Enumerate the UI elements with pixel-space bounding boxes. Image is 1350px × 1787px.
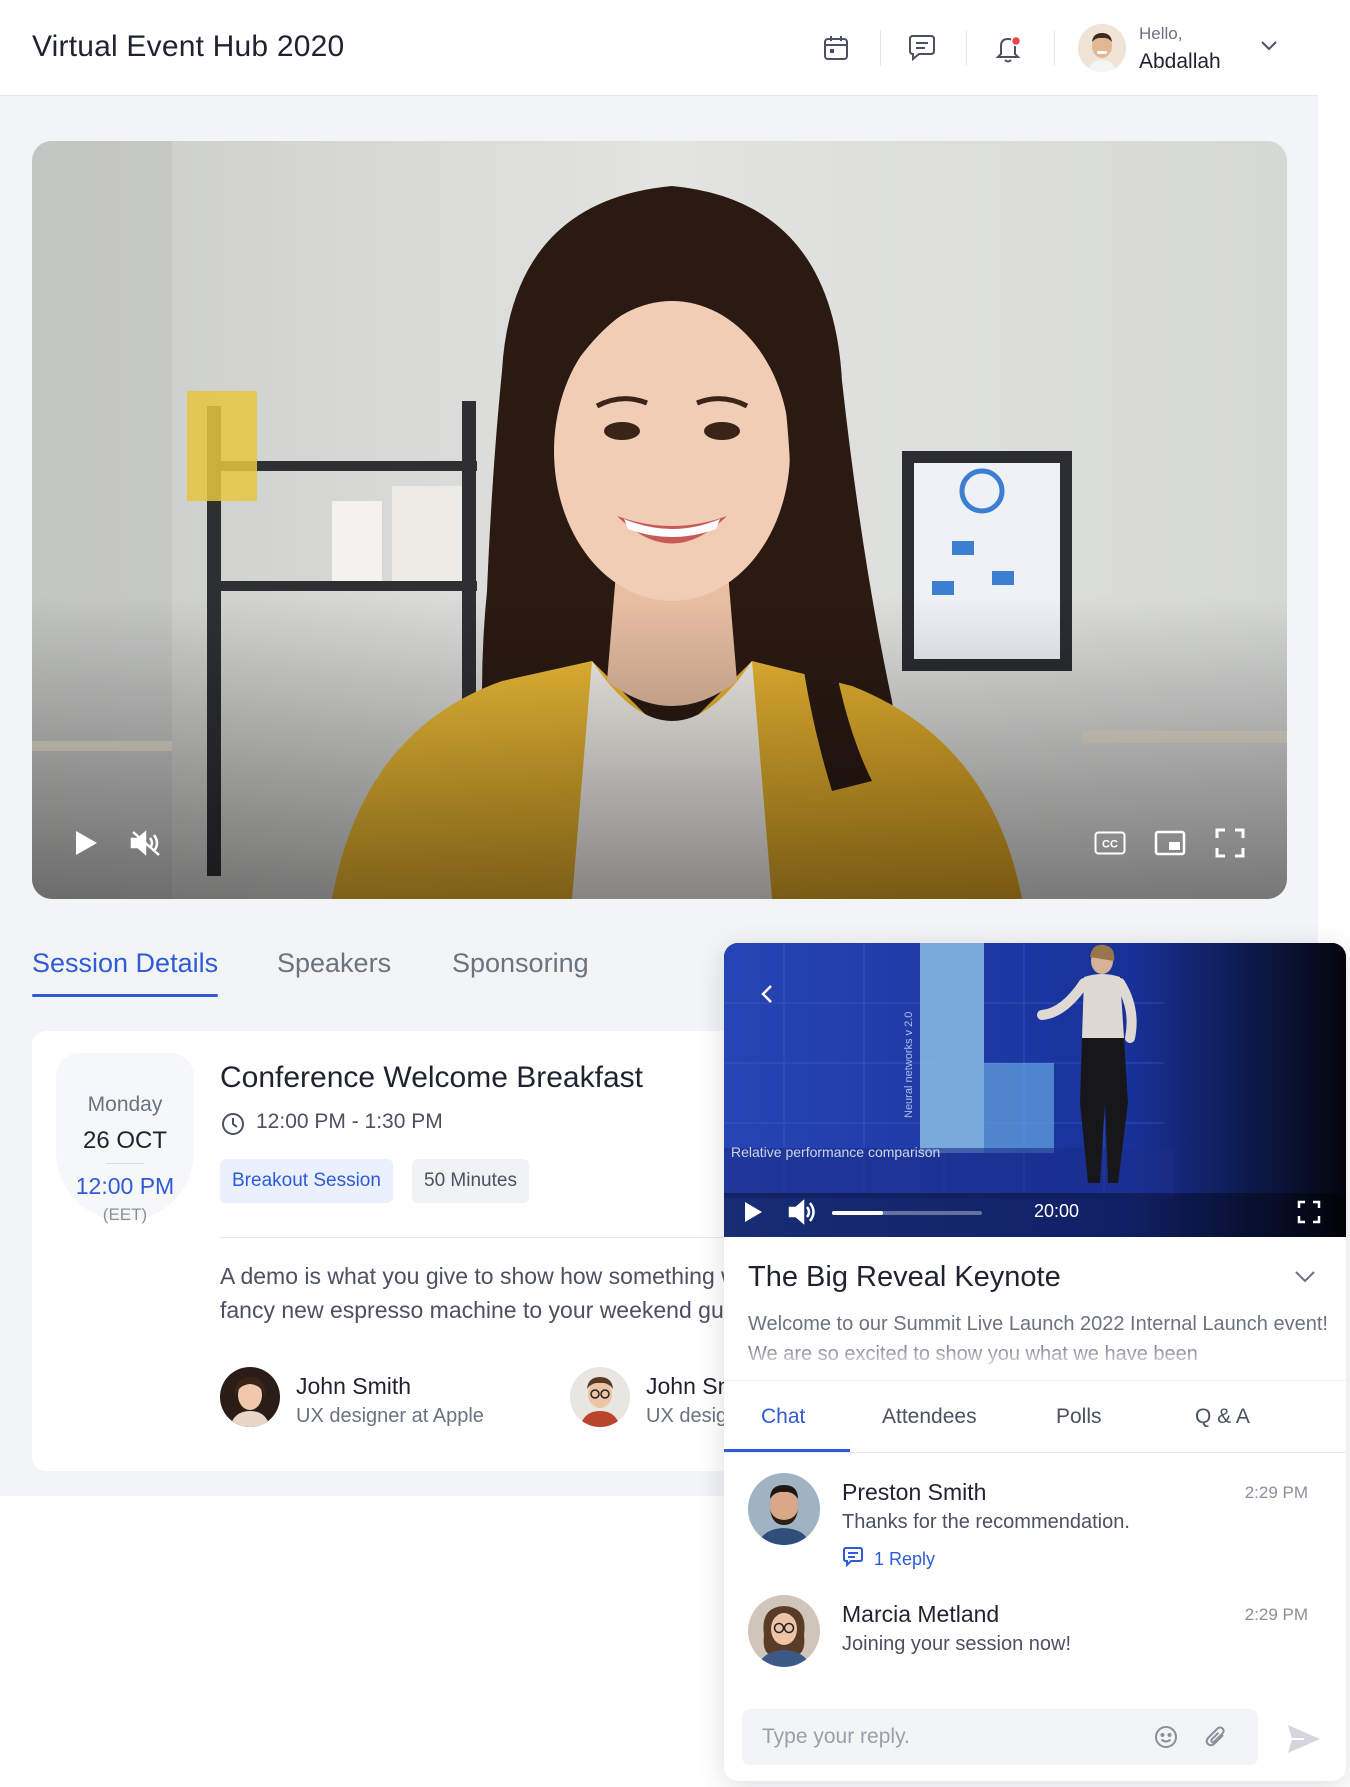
clock-icon (220, 1111, 246, 1142)
avatar (570, 1367, 630, 1427)
top-bar: Virtual Event Hub 2020 Hello, Abdallah (0, 0, 1318, 96)
volume-icon[interactable] (786, 1197, 820, 1227)
avatar (748, 1595, 820, 1667)
fade-overlay (724, 1343, 1346, 1373)
video-time: 20:00 (1034, 1201, 1080, 1221)
divider (106, 1163, 144, 1164)
message-text: Thanks for the recommendation. (842, 1511, 1130, 1533)
fullscreen-icon[interactable] (1210, 823, 1250, 863)
app-title: Virtual Event Hub 2020 (32, 30, 345, 63)
speaker-role: UX designer at Apple (296, 1405, 484, 1427)
video-frame-image (32, 141, 1287, 899)
active-tab-indicator (724, 1449, 850, 1452)
reply-input[interactable] (742, 1709, 1162, 1765)
separator (880, 30, 881, 66)
chat-bubble-icon[interactable] (902, 28, 942, 68)
tab-session-details[interactable]: Session Details (32, 948, 218, 979)
message-author: Marcia Metland (842, 1601, 1000, 1627)
session-start-time: 12:00 PM (75, 1173, 175, 1199)
attachment-icon[interactable] (1202, 1723, 1230, 1751)
reply-composer (742, 1709, 1258, 1765)
tab-polls[interactable]: Polls (1056, 1405, 1102, 1429)
message-time: 2:29 PM (1244, 1483, 1308, 1502)
active-tab-indicator (32, 994, 218, 997)
session-type-badge: Breakout Session (220, 1159, 393, 1203)
divider (724, 1452, 1346, 1453)
mini-video-player[interactable]: Relative performance comparison Neural n… (724, 943, 1346, 1237)
separator (1054, 30, 1055, 66)
message-text: Joining your session now! (842, 1633, 1072, 1655)
tab-sponsoring[interactable]: Sponsoring (452, 948, 589, 979)
chevron-down-icon[interactable] (1292, 1265, 1318, 1292)
tab-attendees[interactable]: Attendees (882, 1405, 977, 1429)
emoji-icon[interactable] (1152, 1723, 1180, 1751)
avatar[interactable] (1078, 24, 1126, 72)
tab-q-and-a[interactable]: Q & A (1195, 1405, 1250, 1429)
cc-label: CC (1102, 839, 1118, 851)
main-video-player[interactable]: CC (32, 141, 1287, 899)
tab-chat[interactable]: Chat (761, 1405, 805, 1429)
chat-message: Preston Smith 2:29 PM Thanks for the rec… (748, 1473, 1308, 1583)
cc-icon[interactable]: CC (1090, 823, 1130, 863)
chat-message: Marcia Metland 2:29 PM Joining your sess… (748, 1595, 1308, 1675)
session-day: Monday (87, 1093, 163, 1116)
send-icon[interactable] (1284, 1719, 1324, 1759)
chevron-down-icon[interactable] (1258, 34, 1280, 61)
reply-icon (842, 1547, 864, 1572)
divider (724, 1380, 1346, 1381)
avatar (748, 1473, 820, 1545)
fullscreen-icon[interactable] (1294, 1197, 1324, 1227)
back-chevron-icon[interactable] (752, 979, 782, 1009)
session-date: 26 OCT (82, 1127, 168, 1154)
reply-link[interactable]: 1 Reply (842, 1547, 935, 1572)
date-badge: Monday 26 OCT 12:00 PM (EET) (56, 1053, 194, 1224)
keynote-title: The Big Reveal Keynote (748, 1261, 1061, 1293)
session-duration-badge: 50 Minutes (412, 1159, 529, 1203)
progress-fill (832, 1211, 883, 1215)
message-author: Preston Smith (842, 1479, 987, 1505)
greeting-text: Hello, (1139, 24, 1183, 43)
mute-icon[interactable] (126, 823, 166, 863)
live-session-panel: Relative performance comparison Neural n… (724, 943, 1346, 1781)
speaker-name: John Smith (296, 1373, 412, 1399)
play-icon[interactable] (66, 823, 106, 863)
bell-icon[interactable] (988, 28, 1028, 68)
keynote-frame-image: Relative performance comparison Neural n… (724, 943, 1346, 1237)
session-time-range: 12:00 PM - 1:30 PM (256, 1110, 443, 1133)
play-icon[interactable] (738, 1197, 768, 1227)
reply-count: 1 Reply (874, 1549, 936, 1569)
avatar (220, 1367, 280, 1427)
session-timezone: (EET) (102, 1205, 148, 1224)
separator (966, 30, 967, 66)
calendar-icon[interactable] (816, 28, 856, 68)
picture-in-picture-icon[interactable] (1150, 823, 1190, 863)
user-name[interactable]: Abdallah (1139, 50, 1221, 74)
tab-speakers[interactable]: Speakers (277, 948, 391, 979)
session-title: Conference Welcome Breakfast (220, 1061, 643, 1094)
message-time: 2:29 PM (1244, 1605, 1308, 1624)
progress-track[interactable] (832, 1211, 982, 1215)
